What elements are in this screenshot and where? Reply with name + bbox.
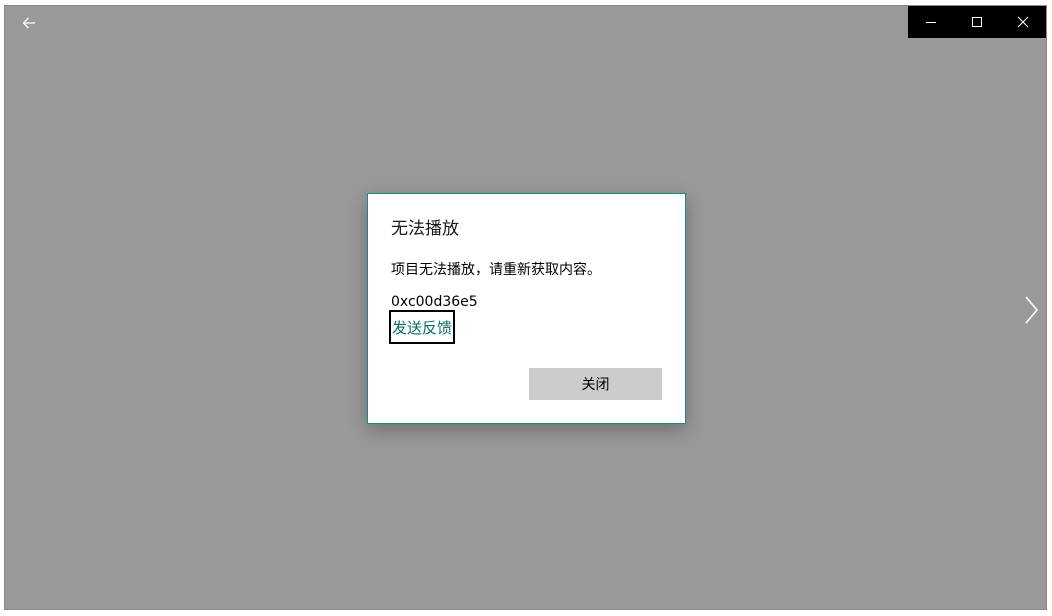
next-item-button[interactable] bbox=[1020, 292, 1042, 328]
minimize-button[interactable] bbox=[908, 6, 954, 38]
dialog-title: 无法播放 bbox=[391, 219, 459, 239]
error-dialog: 无法播放 项目无法播放，请重新获取内容。 0xc00d36e5 发送反馈 关闭 bbox=[367, 193, 686, 424]
maximize-button[interactable] bbox=[954, 6, 1000, 38]
minimize-icon bbox=[926, 22, 936, 23]
close-icon bbox=[1017, 16, 1029, 28]
app-window: 无法播放 项目无法播放，请重新获取内容。 0xc00d36e5 发送反馈 关闭 bbox=[4, 5, 1047, 610]
send-feedback-link[interactable]: 发送反馈 bbox=[389, 310, 456, 344]
dialog-close-button[interactable]: 关闭 bbox=[529, 368, 662, 400]
chevron-right-icon bbox=[1025, 296, 1038, 324]
caption-buttons bbox=[908, 6, 1046, 38]
dialog-message: 项目无法播放，请重新获取内容。 bbox=[391, 262, 601, 278]
window-close-button[interactable] bbox=[1000, 6, 1046, 38]
maximize-icon bbox=[972, 17, 982, 27]
back-arrow-icon bbox=[22, 17, 35, 29]
back-button[interactable] bbox=[15, 12, 43, 34]
error-code: 0xc00d36e5 bbox=[391, 294, 478, 310]
